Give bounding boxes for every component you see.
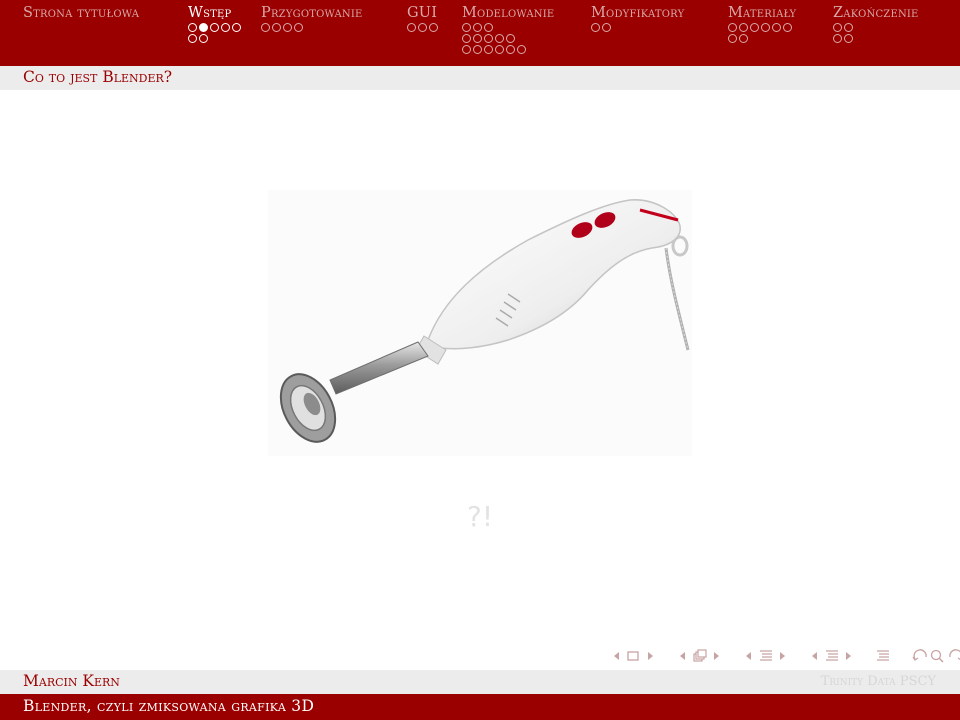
nav-section-przygotowanie[interactable]: Przygotowanie — [261, 4, 363, 33]
nav-section-title[interactable]: GUI — [407, 4, 438, 22]
slide-dot[interactable] — [407, 23, 416, 32]
slide-dot[interactable] — [473, 23, 482, 32]
slide-dot[interactable] — [728, 34, 737, 43]
nav-section-modelowanie[interactable]: Modelowanie — [462, 4, 554, 55]
slide-dot[interactable] — [783, 23, 792, 32]
slide-dot[interactable] — [495, 34, 504, 43]
footer-presentation-title: Blender, czyli zmiksowana grafika 3D — [23, 697, 315, 715]
slide-nav-icon[interactable] — [612, 649, 656, 663]
slide-dots-row — [728, 33, 796, 44]
section-nav-icon[interactable] — [810, 649, 854, 663]
nav-section-strona-tytulowa[interactable]: Strona tytułowa — [23, 4, 139, 22]
slide-dot[interactable] — [761, 23, 770, 32]
slide-dot[interactable] — [506, 34, 515, 43]
footer-author-bar: Marcin Kern Trinity Data PSCY — [0, 670, 960, 694]
beamer-navigation-symbols — [612, 647, 960, 665]
slide-dot[interactable] — [232, 23, 241, 32]
slide-dot[interactable] — [517, 45, 526, 54]
nav-section-title[interactable]: Strona tytułowa — [23, 4, 139, 22]
frame-title-bar: Co to jest Blender? — [0, 66, 960, 90]
nav-section-title[interactable]: Przygotowanie — [261, 4, 363, 22]
slide-dots-row — [261, 22, 363, 33]
current-slide-dot[interactable] — [199, 23, 208, 32]
slide-dot[interactable] — [429, 23, 438, 32]
slide-dots-row — [407, 22, 438, 33]
slide-dot[interactable] — [833, 34, 842, 43]
slide-dot[interactable] — [739, 34, 748, 43]
slide-dots-row — [188, 33, 241, 44]
nav-section-title[interactable]: Zakończenie — [833, 4, 919, 22]
slide-dot[interactable] — [188, 23, 197, 32]
footer-institute: Trinity Data PSCY — [820, 674, 936, 689]
slide-dot[interactable] — [283, 23, 292, 32]
slide-dot[interactable] — [199, 34, 208, 43]
frame-nav-icon[interactable] — [678, 649, 722, 663]
search-navigation-icon[interactable] — [912, 649, 960, 663]
subsection-nav-icon[interactable] — [744, 649, 788, 663]
slide-dots-row — [462, 44, 554, 55]
slide-dots-row — [462, 22, 554, 33]
slide-dot[interactable] — [462, 45, 471, 54]
slide-dot[interactable] — [272, 23, 281, 32]
slide-dot[interactable] — [844, 34, 853, 43]
slide-dots-row — [833, 22, 919, 33]
slide-dot[interactable] — [418, 23, 427, 32]
slide-dot[interactable] — [750, 23, 759, 32]
slide-dot[interactable] — [772, 23, 781, 32]
nav-section-modyfikatory[interactable]: Modyfikatory — [591, 4, 684, 33]
nav-section-title[interactable]: Modelowanie — [462, 4, 554, 22]
hand-blender-image — [268, 190, 692, 456]
slide-dot[interactable] — [484, 45, 493, 54]
slide-dot[interactable] — [294, 23, 303, 32]
footer-author: Marcin Kern — [23, 672, 120, 690]
slide-dots-row — [833, 33, 919, 44]
nav-section-title[interactable]: Modyfikatory — [591, 4, 684, 22]
slide-dot[interactable] — [728, 23, 737, 32]
slide-dots-row — [188, 22, 241, 33]
nav-section-wstep[interactable]: Wstęp — [188, 4, 241, 44]
slide-dot[interactable] — [739, 23, 748, 32]
document-nav-icon[interactable] — [876, 649, 890, 663]
section-navigation-bar: Strona tytułowa Wstęp Przygotowanie GUI — [0, 0, 960, 66]
slide-dot[interactable] — [462, 34, 471, 43]
footer-title-bar: Blender, czyli zmiksowana grafika 3D — [0, 694, 960, 720]
slide-dot[interactable] — [844, 23, 853, 32]
frame-title: Co to jest Blender? — [23, 68, 173, 86]
slide-dot[interactable] — [473, 34, 482, 43]
slide-dots-row — [462, 33, 554, 44]
slide-dot[interactable] — [591, 23, 600, 32]
nav-section-gui[interactable]: GUI — [407, 4, 438, 33]
slide-dot[interactable] — [210, 23, 219, 32]
slide-dot[interactable] — [833, 23, 842, 32]
slide-dot[interactable] — [602, 23, 611, 32]
slide-dot[interactable] — [188, 34, 197, 43]
slide-dot[interactable] — [221, 23, 230, 32]
slide-dot[interactable] — [261, 23, 270, 32]
slide-dots-row — [591, 22, 684, 33]
nav-section-title[interactable]: Materiały — [728, 4, 796, 22]
nav-section-zakonczenie[interactable]: Zakończenie — [833, 4, 919, 44]
slide-dot[interactable] — [495, 45, 504, 54]
slide-dot[interactable] — [473, 45, 482, 54]
slide-dot[interactable] — [484, 34, 493, 43]
nav-section-materialy[interactable]: Materiały — [728, 4, 796, 44]
slide-dot[interactable] — [484, 23, 493, 32]
slide-dots-row — [728, 22, 796, 33]
reaction-text: ?! — [466, 500, 494, 533]
nav-section-title[interactable]: Wstęp — [188, 4, 241, 22]
slide-dot[interactable] — [462, 23, 471, 32]
slide-dot[interactable] — [506, 45, 515, 54]
